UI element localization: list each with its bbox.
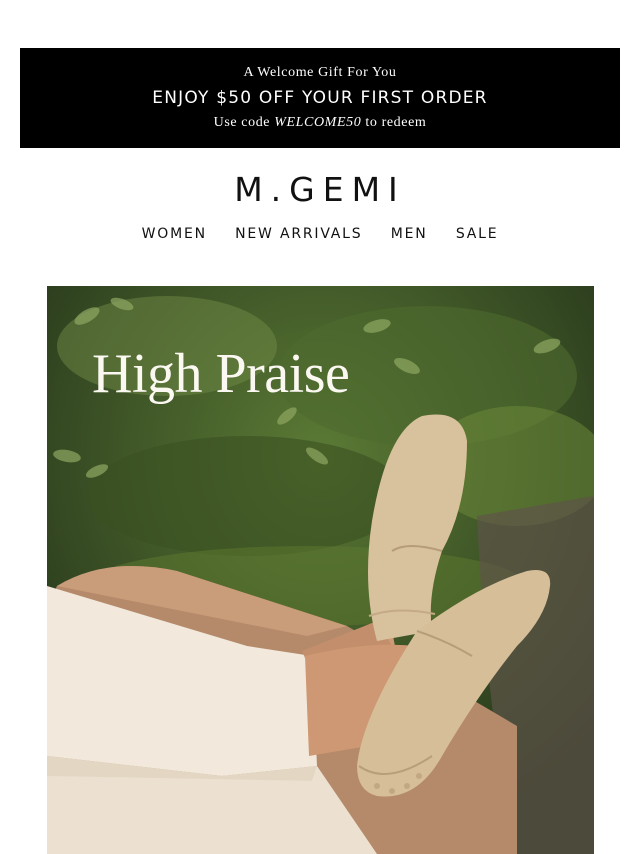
promo-code-prefix: Use code — [213, 115, 271, 130]
promo-kicker: A Welcome Gift For You — [243, 65, 397, 80]
promo-banner[interactable]: A Welcome Gift For You ENJOY $50 OFF YOU… — [20, 48, 620, 148]
nav-sale[interactable]: SALE — [456, 226, 499, 242]
promo-code-suffix: to redeem — [365, 115, 427, 130]
promo-headline: ENJOY $50 OFF YOUR FIRST ORDER — [152, 88, 488, 108]
nav-women[interactable]: WOMEN — [142, 226, 207, 242]
nav-men[interactable]: MEN — [391, 226, 428, 242]
main-nav: WOMEN NEW ARRIVALS MEN SALE — [0, 226, 640, 242]
promo-code: WELCOME50 — [274, 115, 362, 130]
nav-new-arrivals[interactable]: NEW ARRIVALS — [235, 226, 362, 242]
hero-image[interactable]: High Praise — [47, 286, 594, 854]
brand-logo[interactable]: M.GEMI — [0, 170, 640, 209]
hero-title: High Praise — [92, 343, 350, 405]
promo-code-line: Use code WELCOME50 to redeem — [20, 115, 620, 131]
